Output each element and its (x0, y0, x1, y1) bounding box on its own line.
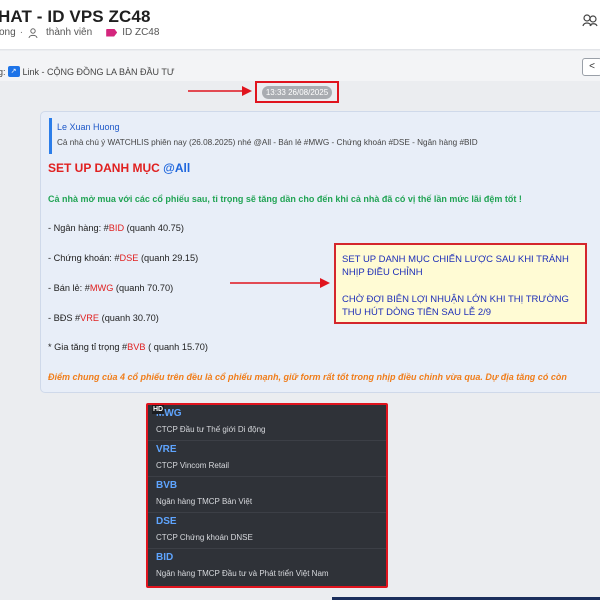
members-label[interactable]: thành viên (46, 27, 92, 38)
line-suffix: (quanh 30.70) (99, 313, 159, 323)
watchlist-line: - BĐS #VRE (quanh 30.70) (48, 313, 159, 323)
emoji-group-icon[interactable] (582, 13, 598, 27)
watchlist-line: - Chứng khoán: #DSE (quanh 29.15) (48, 253, 198, 263)
mention-all[interactable]: @All (163, 161, 190, 175)
stock-code: BVB (156, 480, 178, 491)
note-paragraph: CHỜ ĐỢI BIÊN LỢI NHUẬN LỚN KHI THỊ TRƯỜN… (342, 294, 569, 318)
watchlist-line: - Ngân hàng: #BID (quanh 40.75) (48, 223, 184, 233)
arrow-icon (188, 86, 252, 96)
stock-hashtag[interactable]: BID (109, 223, 124, 233)
pinned-link-text[interactable]: Link - CỘNG ĐỒNG LA BÀN ĐẦU TƯ (23, 67, 175, 77)
chat-title: HAT - ID VPS ZC48 (0, 7, 151, 26)
quote-author: Le Xuan Huong (57, 122, 120, 132)
chevron-left-icon[interactable]: < (582, 58, 600, 76)
stock-code: VRE (156, 444, 177, 455)
stock-list-panel: MWG CTCP Đầu tư Thế giới Di động VRE CTC… (146, 403, 388, 588)
stock-name: CTCP Vincom Retail (156, 461, 230, 470)
line-prefix: * Gia tăng tỉ trọng # (48, 342, 128, 352)
tag-icon (106, 28, 118, 37)
chat-header: HAT - ID VPS ZC48 ong · thành viên ID ZC… (0, 0, 600, 50)
line-suffix: (quanh 40.75) (124, 223, 184, 233)
line-prefix: - Ngân hàng: # (48, 223, 109, 233)
stock-hashtag[interactable]: BVB (127, 342, 145, 352)
stock-name: CTCP Đầu tư Thế giới Di động (156, 425, 266, 434)
stock-name: CTCP Chứng khoán DNSE (156, 533, 253, 542)
line-suffix: (quanh 70.70) (113, 283, 174, 293)
line-prefix: - Bán lẻ: # (48, 283, 90, 293)
watchlist-line: * Gia tăng tỉ trọng #BVB ( quanh 15.70) (48, 342, 208, 352)
timestamp-pill: 13:33 26/08/2025 (262, 86, 332, 99)
line-suffix: (quanh 29.15) (138, 253, 199, 263)
arrow-icon (230, 278, 330, 288)
person-icon (28, 27, 38, 38)
stock-hashtag[interactable]: VRE (80, 313, 99, 323)
stock-code: DSE (156, 516, 177, 527)
stock-code: BID (156, 552, 174, 563)
stock-name: Ngân hàng TMCP Đầu tư và Phát triển Việt… (156, 569, 329, 578)
stock-item[interactable]: MWG CTCP Đầu tư Thế giới Di động (148, 405, 386, 441)
hd-badge: HD (152, 405, 165, 414)
line-suffix: ( quanh 15.70) (145, 342, 208, 352)
message-footer: Điểm chung của 4 cổ phiếu trên đều là cổ… (48, 372, 567, 382)
stock-item[interactable]: BID Ngân hàng TMCP Đầu tư và Phát triển … (148, 549, 386, 585)
annotation-note: SET UP DANH MỤC CHIẾN LƯỢC SAU KHI TRÁNH… (334, 243, 587, 324)
pinned-link[interactable]: g: ↗ Link - CỘNG ĐỒNG LA BÀN ĐẦU TƯ (0, 66, 175, 77)
chat-meta: ong · thành viên ID ZC48 (0, 27, 159, 38)
quote-preview: Cả nhà chú ý WATCHLIS phiên nay (26.08.2… (57, 138, 478, 147)
quoted-message[interactable]: Le Xuan Huong Cả nhà chú ý WATCHLIS phiê… (49, 118, 600, 154)
line-prefix: - BĐS # (48, 313, 81, 323)
stock-name: Ngân hàng TMCP Bản Việt (156, 497, 253, 506)
watchlist-line: - Bán lẻ: #MWG (quanh 70.70) (48, 283, 173, 293)
note-paragraph: SET UP DANH MỤC CHIẾN LƯỢC SAU KHI TRÁNH… (342, 254, 569, 278)
stock-item[interactable]: DSE CTCP Chứng khoán DNSE (148, 513, 386, 549)
message-heading: SET UP DANH MỤC @All (48, 161, 190, 175)
pinned-prefix: g: (0, 66, 6, 77)
intro-text: Cả nhà mở mua với các cổ phiếu sau, tỉ t… (48, 194, 522, 204)
group-tag[interactable]: ID ZC48 (122, 27, 159, 38)
heading-text: SET UP DANH MỤC (48, 161, 160, 175)
stock-hashtag[interactable]: MWG (90, 283, 113, 293)
meta-separator: · (19, 27, 24, 38)
meta-left-text: ong (0, 27, 16, 38)
stock-item[interactable]: VRE CTCP Vincom Retail (148, 441, 386, 477)
stock-hashtag[interactable]: DSE (120, 253, 139, 263)
link-icon: ↗ (7, 66, 20, 77)
line-prefix: - Chứng khoán: # (48, 253, 120, 263)
stock-item[interactable]: BVB Ngân hàng TMCP Bản Việt (148, 477, 386, 513)
